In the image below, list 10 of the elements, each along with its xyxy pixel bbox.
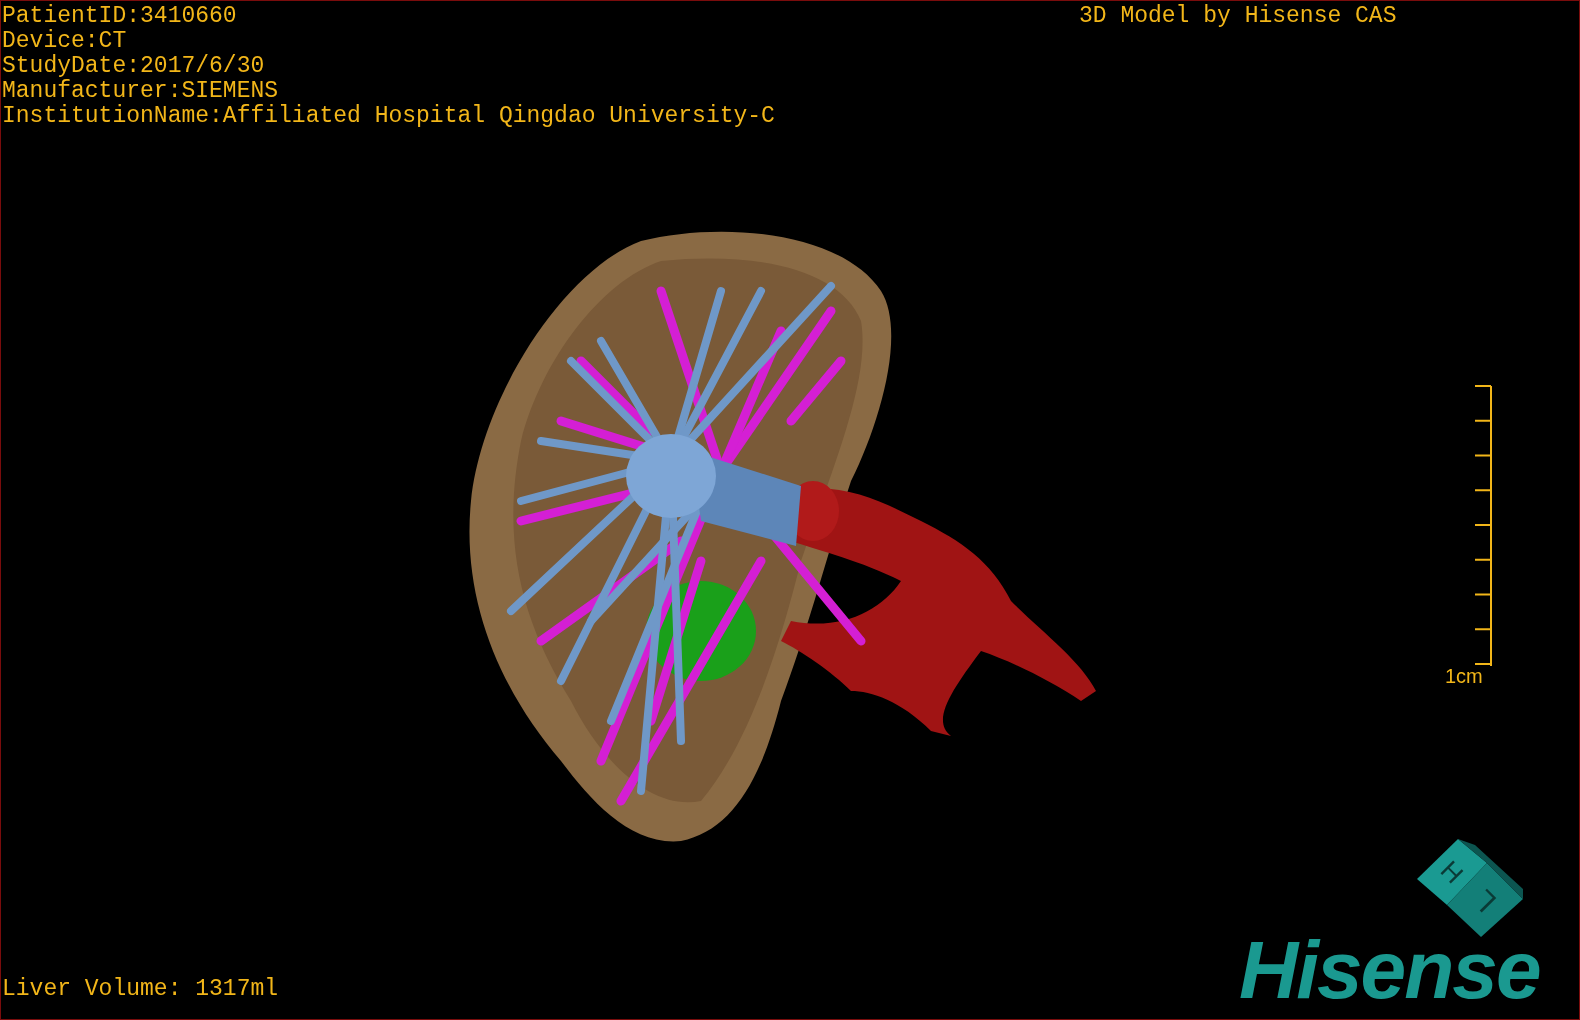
scale-label: 1cm — [1445, 664, 1483, 689]
cube-face-label: L — [1467, 883, 1503, 919]
study-info-line: Device:CT — [2, 29, 128, 54]
liver-volume-text: Liver Volume: 1317ml — [2, 977, 279, 1002]
study-info-line: StudyDate:2017/6/30 — [2, 54, 266, 79]
study-info-line: PatientID:3410660 — [2, 4, 238, 29]
cube-face-label: H — [1434, 854, 1470, 890]
viewer-title: 3D Model by Hisense CAS — [1079, 4, 1397, 29]
study-info-line: InstitutionName:Affiliated Hospital Qingdao University-C — [2, 104, 775, 129]
study-info-line: Manufacturer:SIEMENS — [2, 79, 280, 104]
